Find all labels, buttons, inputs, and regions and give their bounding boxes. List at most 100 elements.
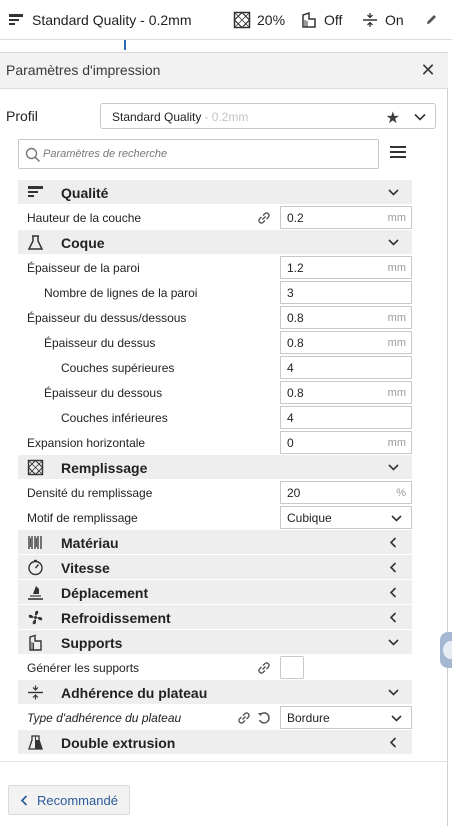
setting-infill-density: Densité du remplissage 20% [18,480,412,505]
shell-icon [27,235,44,250]
setting-layer-height: Hauteur de la couche 0.2 mm [18,205,412,230]
bottom-layers-input[interactable]: 4 [280,406,412,429]
setting-label: Nombre de lignes de la paroi [44,286,198,300]
generate-supports-checkbox[interactable] [280,656,304,679]
adhesion-summary[interactable]: On [361,0,404,40]
layer-height-input[interactable]: 0.2 mm [280,206,412,229]
chevron-down-icon [391,715,402,722]
category-label: Matériau [61,535,119,551]
reset-icon[interactable] [257,711,271,725]
chevron-left-icon [389,537,397,548]
setting-adhesion-type: Type d'adhérence du plateau Bordure [18,705,412,730]
recommended-mode-button[interactable]: Recommandé [8,785,130,815]
chevron-down-icon [388,639,399,646]
link-icon[interactable] [257,211,271,225]
profile-summary-label: Standard Quality - 0.2mm [32,12,192,28]
chevron-left-icon [389,587,397,598]
adhesion-summary-value: On [385,12,404,28]
search-icon [25,147,41,163]
infill-density-input[interactable]: 20% [280,481,412,504]
chevron-left-icon [389,737,397,748]
setting-wall-thickness: Épaisseur de la paroi 1.2 mm [18,255,412,280]
quality-icon [28,186,43,197]
chevron-left-icon [389,612,397,623]
edit-pencil-icon[interactable] [425,13,438,26]
material-icon [28,536,42,549]
chevron-down-icon [388,189,399,196]
top-thickness-input[interactable]: 0.8 mm [280,331,412,354]
category-quality[interactable]: Qualité [18,180,412,205]
setting-bottom-layers: Couches inférieures 4 [18,405,412,430]
chevron-down-icon [388,239,399,246]
footer-divider [0,761,448,762]
category-travel[interactable]: Déplacement [18,580,412,605]
category-label: Remplissage [61,460,148,476]
setting-label: Épaisseur de la paroi [27,261,140,275]
category-dual-extrusion[interactable]: Double extrusion [18,730,412,755]
recommended-label: Recommandé [37,793,118,808]
infill-summary[interactable]: 20% [233,0,285,40]
favorite-star-icon[interactable]: ★ [386,108,400,128]
setting-top-bottom-thickness: Épaisseur du dessus/dessous 0.8 mm [18,305,412,330]
category-adhesion[interactable]: Adhérence du plateau [18,680,412,705]
setting-label: Motif de remplissage [27,511,138,525]
setting-bottom-thickness: Épaisseur du dessous 0.8 mm [18,380,412,405]
link-icon[interactable] [257,661,271,675]
dual-extrusion-icon [28,735,43,750]
horizontal-expansion-input[interactable]: 0 mm [280,431,412,454]
top-bottom-thickness-input[interactable]: 0.8 mm [280,306,412,329]
category-label: Refroidissement [61,610,171,626]
bottom-thickness-input[interactable]: 0.8 mm [280,381,412,404]
setting-label: Épaisseur du dessus/dessous [27,311,187,325]
setting-label: Couches inférieures [61,411,168,425]
adhesion-icon [363,13,377,27]
profile-name: Standard Quality - 0.2mm [112,110,249,124]
category-speed[interactable]: Vitesse [18,555,412,580]
profile-summary[interactable]: Standard Quality - 0.2mm [8,0,192,40]
search-placeholder: Paramètres de recherche [43,148,168,160]
top-layers-input[interactable]: 4 [280,356,412,379]
category-label: Adhérence du plateau [61,685,208,701]
quality-icon [9,14,23,25]
setting-label: Expansion horizontale [27,436,146,450]
category-label: Déplacement [61,585,149,601]
panel-header: Paramètres d'impression ✕ [0,53,448,89]
fan-icon [28,610,43,625]
setting-label: Type d'adhérence du plateau [27,711,182,725]
settings-visibility-menu-icon[interactable] [390,146,406,160]
infill-summary-value: 20% [257,12,286,28]
setting-label: Épaisseur du dessous [44,386,163,400]
print-settings-panel: Paramètres d'impression ✕ Profil Standar… [0,52,448,826]
profile-layer-height: - 0.2mm [204,110,249,124]
chevron-left-icon [389,562,397,573]
infill-pattern-select[interactable]: Cubique [280,506,412,529]
category-infill[interactable]: Remplissage [18,455,412,480]
travel-icon [28,586,43,600]
setting-generate-supports: Générer les supports [18,655,412,680]
category-cooling[interactable]: Refroidissement [18,605,412,630]
close-icon[interactable]: ✕ [418,60,438,80]
speed-icon [28,559,43,576]
side-toggle-button[interactable] [440,632,452,668]
adhesion-type-select[interactable]: Bordure [280,706,412,729]
category-supports[interactable]: Supports [18,630,412,655]
adhesion-icon [28,685,43,700]
setting-label: Hauteur de la couche [27,211,142,225]
setting-label: Générer les supports [27,661,140,675]
wall-lines-input[interactable]: 3 [280,281,412,304]
setting-wall-lines: Nombre de lignes de la paroi 3 [18,280,412,305]
wall-thickness-input[interactable]: 1.2 mm [280,256,412,279]
settings-search-input[interactable]: Paramètres de recherche [18,139,379,169]
category-shell[interactable]: Coque [18,230,412,255]
print-summary-bar[interactable]: Standard Quality - 0.2mm 20% Off On [0,0,452,50]
category-material[interactable]: Matériau [18,530,412,555]
chevron-down-icon [391,515,402,522]
infill-icon [27,459,44,476]
profile-dropdown[interactable]: Standard Quality - 0.2mm ★ [100,103,436,129]
category-label: Vitesse [61,560,110,576]
link-icon[interactable] [237,711,251,725]
setting-top-thickness: Épaisseur du dessus 0.8 mm [18,330,412,355]
setting-top-layers: Couches supérieures 4 [18,355,412,380]
support-summary[interactable]: Off [300,0,342,40]
support-icon [302,11,316,28]
